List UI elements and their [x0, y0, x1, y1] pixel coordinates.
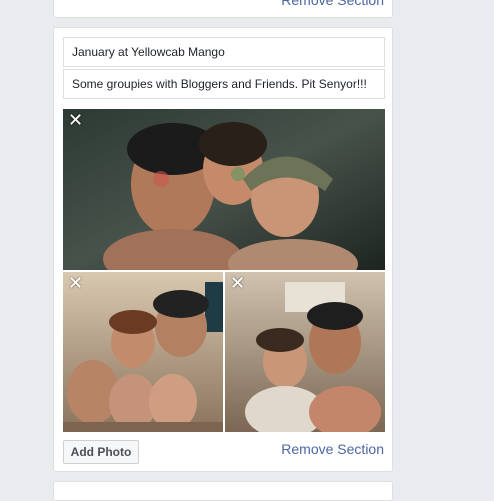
section-description-field[interactable]: Some groupies with Bloggers and Friends.…	[63, 69, 385, 99]
next-section-card	[53, 481, 393, 501]
photo-section-card: January at Yellowcab Mango Some groupies…	[53, 27, 393, 472]
remove-section-link[interactable]: Remove Section	[281, 441, 384, 457]
photo-1: ✕	[63, 109, 385, 270]
photo-2: ✕	[63, 272, 223, 432]
previous-section-card: Remove Section	[53, 0, 393, 18]
remove-photo-1-icon[interactable]: ✕	[68, 112, 83, 130]
photo-3-image	[225, 272, 385, 432]
photo-3: ✕	[225, 272, 385, 432]
remove-section-link[interactable]: Remove Section	[281, 0, 384, 8]
photo-1-image	[63, 109, 385, 270]
photo-2-image	[63, 272, 223, 432]
remove-photo-2-icon[interactable]: ✕	[68, 275, 83, 293]
remove-photo-3-icon[interactable]: ✕	[230, 275, 245, 293]
section-title-field[interactable]: January at Yellowcab Mango	[63, 37, 385, 67]
add-photo-button[interactable]: Add Photo	[63, 440, 139, 464]
